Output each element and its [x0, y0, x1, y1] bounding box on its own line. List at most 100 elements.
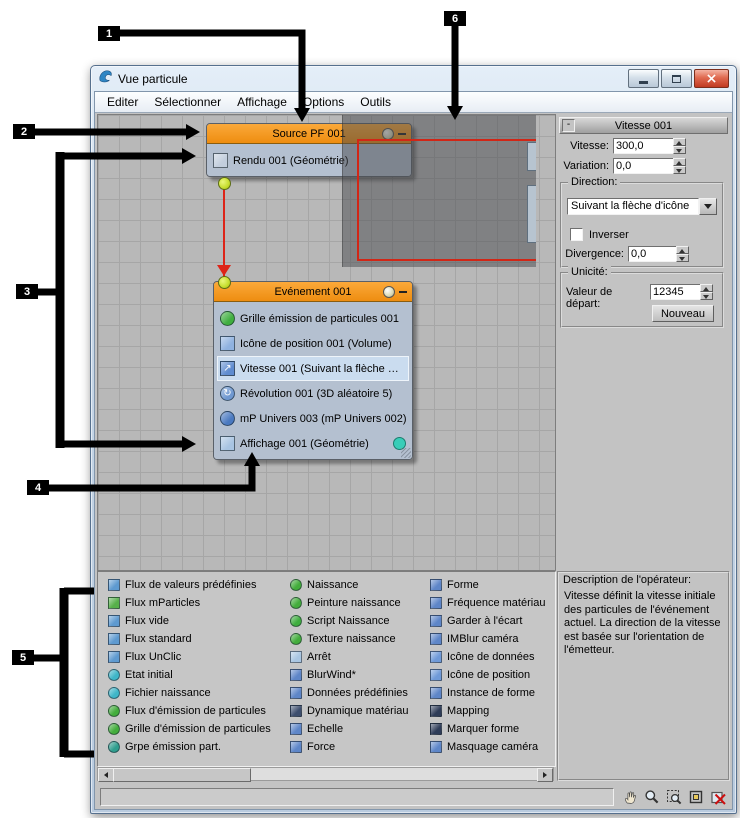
depot-item[interactable]: Forme: [430, 576, 545, 594]
node-resize-grip[interactable]: [401, 448, 411, 458]
region-zoom-tool-button[interactable]: [664, 788, 683, 807]
seed-label: Valeur de départ:: [566, 286, 613, 310]
depot-item[interactable]: Script Naissance: [290, 612, 409, 630]
menu-outils[interactable]: Outils: [352, 93, 399, 111]
dropdown-button[interactable]: [699, 198, 717, 215]
spin-down[interactable]: [673, 166, 686, 174]
seed-spinner[interactable]: [700, 284, 713, 300]
depot-item[interactable]: Force: [290, 738, 409, 756]
depot-item[interactable]: Fichier naissance: [108, 684, 271, 702]
operator-row-affichage[interactable]: Affichage 001 (Géométrie): [217, 431, 409, 456]
depot-item[interactable]: Instance de forme: [430, 684, 545, 702]
depot-item[interactable]: Fréquence matériau: [430, 594, 545, 612]
operator-label: Révolution 001 (3D aléatoire 5): [240, 387, 393, 400]
titlebar[interactable]: Vue particule: [91, 66, 736, 91]
zoom-extents-selected-tool-button[interactable]: [708, 788, 727, 807]
menu-editer[interactable]: Editer: [99, 93, 146, 111]
scrollbar-thumb[interactable]: [113, 768, 251, 782]
client-area: Editer Sélectionner Affichage Options Ou…: [94, 91, 733, 810]
zoom-extents-tool-button[interactable]: [686, 788, 705, 807]
lightbulb-icon[interactable]: [383, 285, 395, 298]
scroll-right-button[interactable]: [537, 768, 553, 782]
depot-item[interactable]: Garder à l'écart: [430, 612, 545, 630]
operator-icon: [108, 687, 120, 699]
depot-item[interactable]: Arrêt: [290, 648, 409, 666]
operator-icon: [290, 687, 302, 699]
depot-item[interactable]: Dynamique matériau: [290, 702, 409, 720]
variation-field[interactable]: [613, 158, 675, 174]
depot-scrollbar[interactable]: [97, 767, 554, 782]
rollout-header-vitesse[interactable]: - Vitesse 001: [559, 117, 728, 134]
viewport-overlay: [342, 115, 536, 267]
depot-item[interactable]: Flux d'émission de particules: [108, 702, 271, 720]
description-text: Vitesse définit la vitesse initiale des …: [564, 590, 721, 656]
menu-selectionner[interactable]: Sélectionner: [146, 93, 229, 111]
depot-item[interactable]: Etat initial: [108, 666, 271, 684]
depot-item[interactable]: Flux mParticles: [108, 594, 271, 612]
inverser-checkbox[interactable]: [570, 228, 583, 241]
depot-item[interactable]: Flux vide: [108, 612, 271, 630]
uniqueness-group: Unicité: Valeur de départ: Nouveau: [560, 266, 724, 328]
divergence-field[interactable]: [628, 246, 680, 262]
depot-item[interactable]: Mapping: [430, 702, 545, 720]
operator-icon: [108, 615, 120, 627]
depot-item[interactable]: Icône de position: [430, 666, 545, 684]
operator-row-mp-univers[interactable]: mP Univers 003 (mP Univers 002): [217, 406, 409, 431]
menu-affichage[interactable]: Affichage: [229, 93, 295, 111]
depot-item[interactable]: Masquage caméra: [430, 738, 545, 756]
depot-item-label: Données prédéfinies: [307, 687, 408, 699]
event-input-socket[interactable]: [218, 276, 231, 289]
operator-row-revolution[interactable]: ↻ Révolution 001 (3D aléatoire 5): [217, 381, 409, 406]
spin-down[interactable]: [700, 292, 713, 300]
spin-down[interactable]: [673, 146, 686, 154]
position-icon-operator-icon: [220, 336, 235, 351]
spin-down[interactable]: [676, 254, 689, 262]
depot-item[interactable]: Echelle: [290, 720, 409, 738]
event-canvas[interactable]: Source PF 001 Rendu 001 (Géométrie) Evén…: [97, 114, 556, 571]
divergence-spinner[interactable]: [676, 246, 689, 262]
depot-item[interactable]: IMBlur caméra: [430, 630, 545, 648]
depot-item[interactable]: Flux UnClic: [108, 648, 271, 666]
direction-dropdown[interactable]: Suivant la flèche d'icône: [567, 198, 717, 215]
depot-item[interactable]: Flux de valeurs prédéfinies: [108, 576, 271, 594]
depot-item[interactable]: Marquer forme: [430, 720, 545, 738]
rollout-collapse-button[interactable]: -: [562, 119, 575, 132]
operator-icon: [290, 633, 302, 645]
operator-row-grille[interactable]: Grille émission de particules 001: [217, 306, 409, 331]
pan-tool-button[interactable]: [620, 788, 639, 807]
scroll-left-button[interactable]: [98, 768, 114, 782]
depot-item-label: Forme: [447, 579, 479, 591]
minimize-button[interactable]: [628, 69, 659, 88]
depot-item[interactable]: Naissance: [290, 576, 409, 594]
collapse-icon[interactable]: [399, 290, 407, 293]
spin-up[interactable]: [676, 246, 689, 254]
seed-field[interactable]: [650, 284, 704, 300]
maximize-button[interactable]: [661, 69, 692, 88]
speed-spinner[interactable]: [673, 138, 686, 154]
source-output-socket[interactable]: [218, 177, 231, 190]
menu-options[interactable]: Options: [295, 93, 352, 111]
zoom-tool-button[interactable]: [642, 788, 661, 807]
operator-row-position[interactable]: Icône de position 001 (Volume): [217, 331, 409, 356]
depot-item[interactable]: Flux standard: [108, 630, 271, 648]
spin-up[interactable]: [700, 284, 713, 292]
variation-spinner[interactable]: [673, 158, 686, 174]
depot-item[interactable]: Peinture naissance: [290, 594, 409, 612]
depot-item[interactable]: Grille d'émission de particules: [108, 720, 271, 738]
nouveau-button[interactable]: Nouveau: [652, 305, 714, 322]
depot-item[interactable]: Données prédéfinies: [290, 684, 409, 702]
depot-item-label: Flux UnClic: [125, 651, 182, 663]
depot-item[interactable]: Grpe émission part.: [108, 738, 271, 756]
desktop: Vue particule Editer Sélectionner Affich…: [0, 0, 740, 818]
spin-up[interactable]: [673, 158, 686, 166]
node-evenement-001[interactable]: Evénement 001 Grille émission de particu…: [213, 281, 413, 460]
node-header[interactable]: Evénement 001: [214, 282, 412, 302]
operator-icon: [290, 615, 302, 627]
spin-up[interactable]: [673, 138, 686, 146]
speed-field[interactable]: [613, 138, 675, 154]
operator-row-vitesse-selected[interactable]: ↗ Vitesse 001 (Suivant la flèche …: [217, 356, 409, 381]
depot-item[interactable]: Icône de données: [430, 648, 545, 666]
depot-item[interactable]: Texture naissance: [290, 630, 409, 648]
depot-item[interactable]: BlurWind*: [290, 666, 409, 684]
close-button[interactable]: [694, 69, 729, 88]
